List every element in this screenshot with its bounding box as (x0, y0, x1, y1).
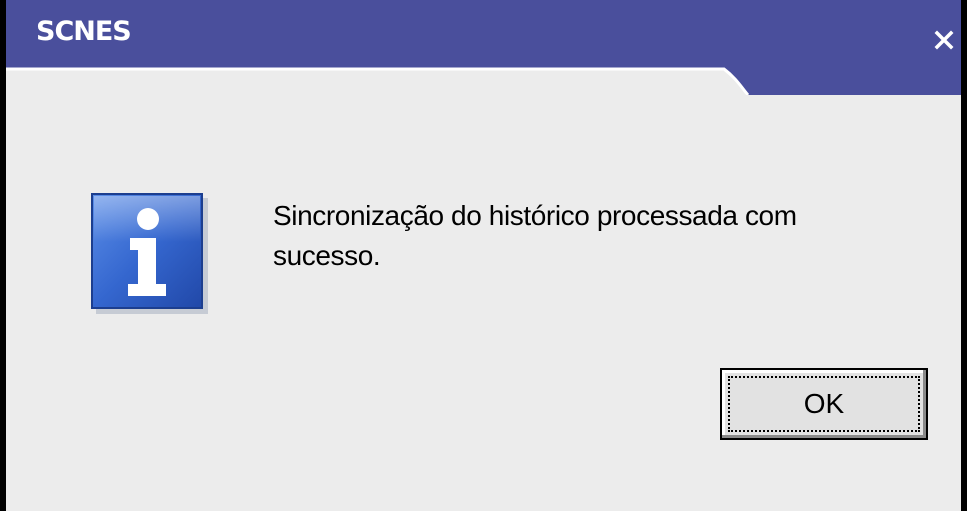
ok-button[interactable]: OK (720, 368, 928, 440)
info-icon (90, 192, 210, 316)
message-text: Sincronização do histórico processada co… (273, 196, 893, 276)
close-button[interactable] (926, 22, 961, 58)
message-dialog: SCNES Sincronização do histórico process… (0, 0, 967, 511)
message-line-2: sucesso. (273, 240, 381, 271)
close-icon (934, 30, 954, 50)
title-bar[interactable]: SCNES (6, 0, 961, 95)
message-line-1: Sincronização do histórico processada co… (273, 200, 797, 231)
window-title: SCNES (36, 16, 132, 47)
title-bar-background (6, 0, 961, 95)
ok-button-label: OK (803, 388, 845, 419)
